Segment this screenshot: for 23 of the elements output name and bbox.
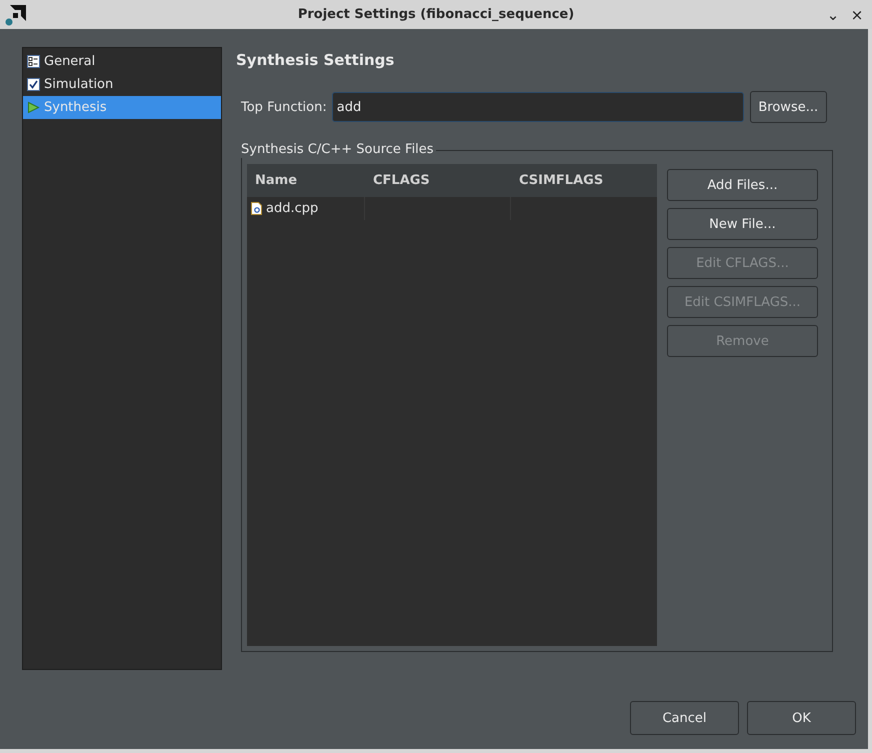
c-file-icon [251,202,262,215]
group-title: Synthesis C/C++ Source Files [241,142,436,158]
logo-icon [4,2,28,26]
form-icon [27,55,40,68]
window-control[interactable]: ⌄ [822,6,844,24]
window-title: Project Settings (fibonacci_sequence) [296,7,576,22]
table-cell: add.cpp [266,201,318,216]
action-button[interactable]: New File... [667,208,818,240]
sidebar-item[interactable]: Simulation [23,73,221,96]
column-header[interactable]: Name [247,173,365,188]
field-label: Top Function: [241,100,327,114]
dialog-button[interactable]: Cancel [630,701,739,735]
dialog-button[interactable]: OK [747,701,856,735]
browse-button[interactable]: Browse... [750,91,827,123]
window-control[interactable]: × [846,6,868,24]
column-header[interactable]: CSIMFLAGS [511,173,604,188]
action-button[interactable]: Add Files... [667,169,818,201]
section-heading: Synthesis Settings [236,51,396,69]
input-field[interactable]: add [332,92,744,122]
sidebar-item[interactable]: General [23,50,221,73]
column-header[interactable]: CFLAGS [365,173,511,188]
checkbox-icon [27,78,40,91]
play-icon [27,101,40,114]
